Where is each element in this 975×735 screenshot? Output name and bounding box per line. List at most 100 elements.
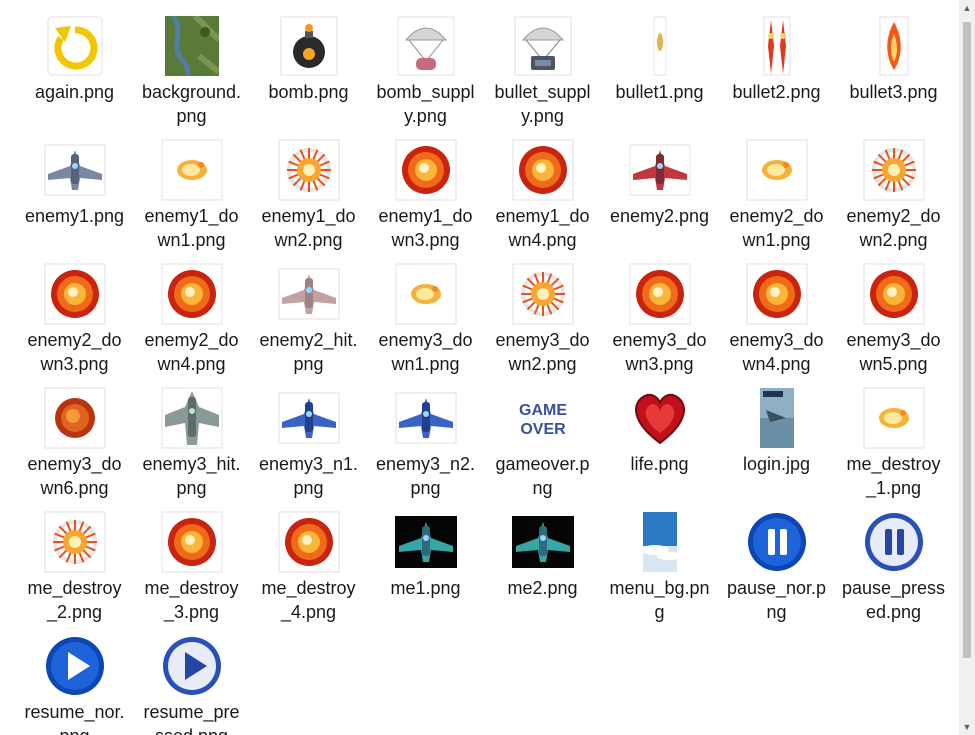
explosion-small-icon (718, 134, 835, 206)
enemy2-hit-plane-icon (250, 258, 367, 330)
file-item[interactable]: enemy2.png (601, 134, 718, 254)
file-item[interactable]: enemy3_hit.png (133, 382, 250, 502)
file-item[interactable]: enemy2_down2.png (835, 134, 952, 254)
file-item[interactable]: enemy1_down4.png (484, 134, 601, 254)
file-name-label: enemy3_down1.png (378, 330, 473, 374)
file-name-label: me_destroy_2.png (27, 578, 122, 622)
enemy3-hit-plane-icon (133, 382, 250, 454)
explosion-burst-icon (250, 134, 367, 206)
explosion-dark-icon (16, 382, 133, 454)
file-item[interactable]: again.png (16, 10, 133, 130)
file-item[interactable]: enemy2_down4.png (133, 258, 250, 378)
explosion-burst-icon (484, 258, 601, 330)
explosion-burst-icon (16, 506, 133, 578)
file-name-label: enemy3_down5.png (846, 330, 941, 374)
file-item[interactable]: bullet1.png (601, 10, 718, 130)
file-item[interactable]: me_destroy_1.png (835, 382, 952, 502)
explosion-large-icon (250, 506, 367, 578)
scroll-up-arrow-icon[interactable]: ▲ (959, 0, 975, 16)
file-item[interactable]: menu_bg.png (601, 506, 718, 626)
file-item[interactable]: GAME OVER gameover.png (484, 382, 601, 502)
file-item[interactable]: enemy1_down1.png (133, 134, 250, 254)
file-item[interactable]: me_destroy_3.png (133, 506, 250, 626)
file-item[interactable]: enemy3_down3.png (601, 258, 718, 378)
file-item[interactable]: bullet3.png (835, 10, 952, 130)
file-item[interactable]: enemy3_down2.png (484, 258, 601, 378)
file-name-label: me2.png (507, 578, 578, 598)
file-name-label: enemy3_down2.png (495, 330, 590, 374)
explosion-small-icon (367, 258, 484, 330)
file-item[interactable]: me2.png (484, 506, 601, 626)
file-name-label: resume_pressed.png (143, 702, 240, 735)
explosion-large-icon (484, 134, 601, 206)
file-item[interactable]: pause_pressed.png (835, 506, 952, 626)
explosion-large-icon (601, 258, 718, 330)
file-item[interactable]: enemy2_down1.png (718, 134, 835, 254)
file-name-label: menu_bg.png (609, 578, 710, 622)
gameover-word-2: OVER (520, 421, 566, 438)
gameover-word-1: GAME (519, 402, 567, 419)
file-item[interactable]: enemy1_down3.png (367, 134, 484, 254)
file-item[interactable]: enemy3_down6.png (16, 382, 133, 502)
enemy2-plane-icon (601, 134, 718, 206)
file-item[interactable]: enemy3_n1.png (250, 382, 367, 502)
explosion-small-icon (133, 134, 250, 206)
file-item[interactable]: enemy2_hit.png (250, 258, 367, 378)
enemy3-blue-plane-icon (250, 382, 367, 454)
file-item[interactable]: enemy3_n2.png (367, 382, 484, 502)
file-item[interactable]: life.png (601, 382, 718, 502)
file-name-label: enemy1_down3.png (378, 206, 473, 250)
file-item[interactable]: enemy3_down4.png (718, 258, 835, 378)
file-item[interactable]: enemy3_down1.png (367, 258, 484, 378)
file-item[interactable]: bullet_supply.png (484, 10, 601, 130)
file-item[interactable]: resume_nor.png (16, 630, 133, 735)
file-item[interactable]: enemy2_down3.png (16, 258, 133, 378)
file-name-label: enemy2_down3.png (27, 330, 122, 374)
file-name-label: bomb_supply.png (376, 82, 475, 126)
file-item[interactable]: bullet2.png (718, 10, 835, 130)
scroll-down-arrow-icon[interactable]: ▼ (959, 719, 975, 735)
pause-icon (718, 506, 835, 578)
file-item[interactable]: me_destroy_4.png (250, 506, 367, 626)
file-name-label: background.png (141, 82, 242, 126)
file-name-label: bomb.png (268, 82, 349, 102)
file-name-label: bullet1.png (615, 82, 704, 102)
file-name-label: enemy1_down2.png (261, 206, 356, 250)
file-item[interactable]: login.jpg (718, 382, 835, 502)
file-item[interactable]: enemy1_down2.png (250, 134, 367, 254)
file-grid-viewport: again.png background.png bomb.png bomb_supp… (0, 0, 959, 735)
file-name-label: enemy2_hit.png (259, 330, 358, 374)
file-item[interactable]: resume_pressed.png (133, 630, 250, 735)
background-thumbnail-icon (133, 10, 250, 82)
scroll-thumb[interactable] (963, 22, 971, 658)
bullet-supply-parachute-icon (484, 10, 601, 82)
player-plane-icon (484, 506, 601, 578)
vertical-scrollbar[interactable]: ▲ ▼ (959, 0, 975, 735)
bullet1-icon (601, 10, 718, 82)
file-item[interactable]: bomb_supply.png (367, 10, 484, 130)
file-name-label: enemy3_down4.png (729, 330, 824, 374)
file-item[interactable]: me1.png (367, 506, 484, 626)
file-name-label: life.png (630, 454, 689, 474)
file-name-label: bullet3.png (849, 82, 938, 102)
file-name-label: me_destroy_1.png (846, 454, 941, 498)
file-item[interactable]: enemy1.png (16, 134, 133, 254)
gameover-text-icon: GAME OVER (484, 382, 601, 454)
explosion-small-icon (835, 382, 952, 454)
file-item[interactable]: enemy3_down5.png (835, 258, 952, 378)
login-thumbnail-icon (718, 382, 835, 454)
bomb-supply-parachute-icon (367, 10, 484, 82)
file-name-label: me_destroy_4.png (261, 578, 356, 622)
file-item[interactable]: background.png (133, 10, 250, 130)
explosion-large-icon (16, 258, 133, 330)
bullet2-icon (718, 10, 835, 82)
file-item[interactable]: pause_nor.png (718, 506, 835, 626)
file-name-label: me1.png (390, 578, 461, 598)
file-name-label: enemy3_hit.png (142, 454, 241, 498)
file-name-label: enemy1_down1.png (144, 206, 239, 250)
explosion-large-icon (835, 258, 952, 330)
file-name-label: enemy1.png (24, 206, 125, 226)
file-name-label: gameover.png (495, 454, 590, 498)
file-item[interactable]: bomb.png (250, 10, 367, 130)
file-item[interactable]: me_destroy_2.png (16, 506, 133, 626)
